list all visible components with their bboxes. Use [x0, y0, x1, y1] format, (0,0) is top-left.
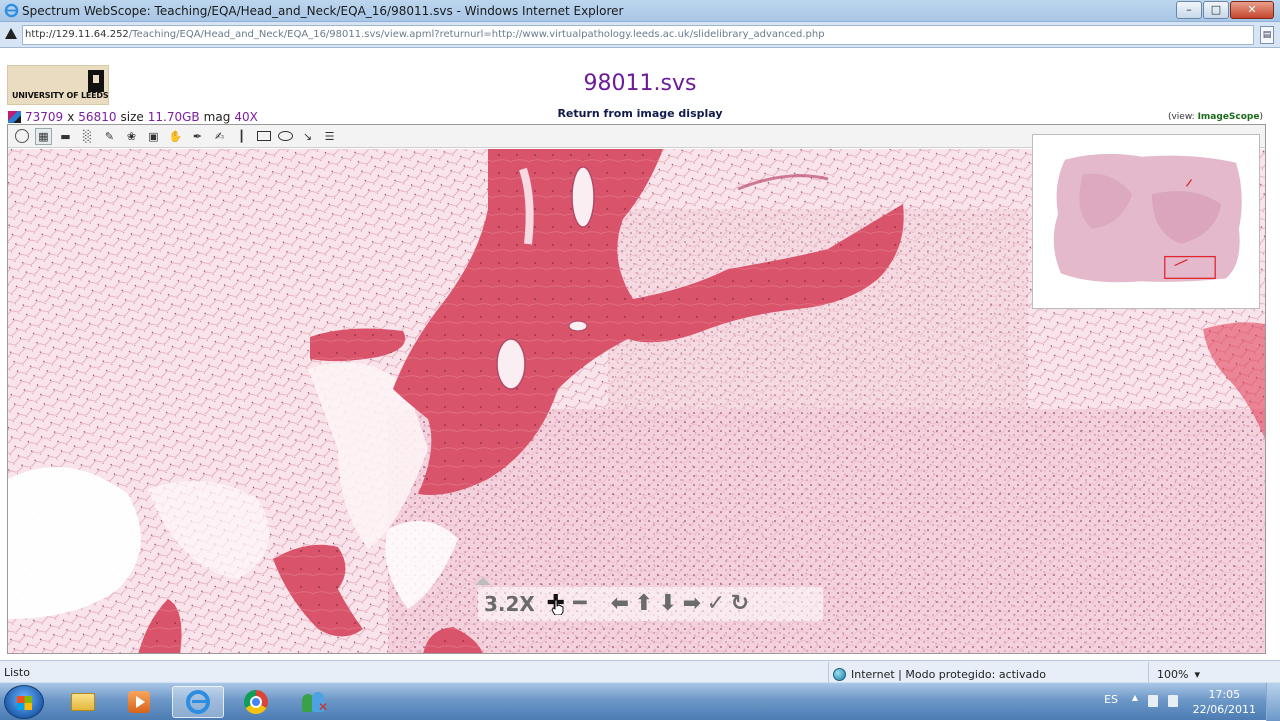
dimension-separator: x — [67, 110, 75, 124]
chrome-taskbar-button[interactable] — [230, 686, 282, 718]
view-link: (view: ImageScope) — [1168, 112, 1263, 122]
window-title: Spectrum WebScope: Teaching/EQA/Head_and… — [22, 4, 624, 18]
pan-down-button[interactable]: ⬇ — [657, 593, 679, 615]
show-hidden-icons-icon[interactable]: ▲ — [1132, 693, 1138, 702]
list-tool-icon[interactable]: ☰ — [321, 128, 338, 145]
messenger-icon: ✕ — [302, 690, 328, 714]
show-desktop-button[interactable] — [1266, 683, 1280, 721]
globe-icon — [833, 667, 846, 681]
collapse-arrow-icon[interactable] — [475, 577, 491, 585]
url-host: http://129.11.64.252 — [25, 29, 129, 40]
size-label: size — [120, 110, 144, 124]
start-button[interactable] — [4, 685, 44, 719]
taskbar: ✕ ES ▲ 17:05 22/06/2011 — [0, 682, 1280, 721]
zoom-control-bar: 3.2X ✚ ━ ⬅ ⬆ ⬇ ➡ ✓ ↻ — [478, 587, 823, 621]
clock[interactable]: 17:05 22/06/2011 — [1193, 687, 1256, 717]
ellipse-tool-icon[interactable] — [277, 128, 294, 145]
arrow-tool-icon[interactable]: ↘ — [299, 128, 316, 145]
imagescope-link[interactable]: ImageScope — [1198, 112, 1260, 122]
language-indicator[interactable]: ES — [1104, 693, 1118, 706]
url-path: /Teaching/EQA/Head_and_Neck/EQA_16/98011… — [128, 29, 825, 40]
edit-tool-icon[interactable]: ✎ — [101, 128, 118, 145]
pen-tool-icon[interactable]: ✒ — [189, 128, 206, 145]
chrome-icon — [244, 690, 268, 714]
thumbnail-navigator[interactable] — [1032, 134, 1260, 309]
slide-label-tool-icon[interactable]: ▬ — [57, 128, 74, 145]
navigate-tool-icon[interactable] — [13, 128, 30, 145]
security-zone[interactable]: Internet | Modo protegido: activado — [828, 662, 1046, 682]
pan-up-button[interactable]: ⬆ — [633, 593, 655, 615]
slide-mag: 40X — [234, 110, 258, 124]
return-link-label[interactable]: Return from image display — [557, 107, 722, 120]
status-text: Listo — [4, 666, 30, 679]
ie-taskbar-button[interactable] — [172, 686, 224, 718]
clock-date: 22/06/2011 — [1192, 703, 1256, 716]
messenger-taskbar-button[interactable]: ✕ — [289, 686, 341, 718]
zone-text: Internet | Modo protegido: activado — [851, 667, 1046, 681]
mag-label: mag — [203, 110, 231, 124]
minimize-button[interactable]: – — [1176, 1, 1202, 19]
window-title-bar: Spectrum WebScope: Teaching/EQA/Head_and… — [0, 0, 1280, 22]
clock-time: 17:05 — [1208, 688, 1241, 701]
warning-icon — [5, 28, 17, 39]
pan-left-button[interactable]: ⬅ — [609, 593, 631, 615]
thumbnail-tool-icon[interactable]: ▦ — [35, 127, 52, 145]
view-prefix: (view: — [1167, 112, 1198, 122]
url-field[interactable]: http://129.11.64.252/Teaching/EQA/Head_a… — [22, 25, 1254, 45]
reset-button[interactable]: ↻ — [729, 593, 751, 615]
pan-right-button[interactable]: ➡ — [681, 593, 703, 615]
explorer-taskbar-button[interactable] — [57, 686, 109, 718]
ruler-tool-icon[interactable]: ┃ — [233, 128, 250, 145]
apply-button[interactable]: ✓ — [705, 593, 727, 615]
zoom-percent: 100% — [1157, 667, 1189, 681]
signal-icon[interactable] — [1168, 695, 1178, 707]
slide-viewer: ▦ ▬ ░ ✎ ❀ ▣ ✋ ✒ ✍ ┃ ↘ ☰ 3.2X ━ ⬅ ⬆ ⬇ ➡ ✓… — [7, 124, 1266, 654]
slide-size: 11.70GB — [147, 110, 200, 124]
page-icon[interactable]: ▤ — [1260, 26, 1274, 44]
zoom-caret-icon: ▾ — [1194, 667, 1200, 681]
page-content: UNIVERSITY OF LEEDS 98011.svs Return fro… — [0, 49, 1280, 660]
ie-icon — [4, 3, 19, 18]
color-swatch-icon — [8, 111, 21, 123]
color-tool-icon[interactable]: ❀ — [123, 128, 140, 145]
media-player-taskbar-button[interactable] — [113, 686, 165, 718]
freehand-tool-icon[interactable]: ✍ — [211, 128, 228, 145]
network-icon[interactable] — [1148, 695, 1158, 707]
maximize-button[interactable]: □ — [1203, 1, 1229, 19]
page-title: 98011.svs — [583, 71, 697, 96]
folder-icon — [71, 693, 95, 711]
hand-tool-icon[interactable]: ✋ — [167, 128, 184, 145]
annotation-tool-icon[interactable]: ░ — [79, 128, 96, 145]
slide-width: 73709 — [25, 110, 64, 124]
slide-info: 73709 x 56810 size 11.70GB mag 40X — [8, 110, 258, 124]
zoom-menu[interactable]: 100% ▾ — [1148, 662, 1200, 682]
media-player-icon — [128, 691, 150, 713]
save-tool-icon[interactable]: ▣ — [145, 128, 162, 145]
close-button[interactable]: ✕ — [1230, 1, 1274, 19]
view-suffix: ) — [1259, 112, 1263, 122]
hand-cursor-icon — [551, 599, 564, 615]
rectangle-tool-icon[interactable] — [255, 128, 272, 145]
ie-icon — [186, 690, 210, 714]
zoom-level: 3.2X — [484, 592, 535, 616]
windows-logo-icon — [17, 696, 32, 710]
status-bar: Listo Internet | Modo protegido: activad… — [0, 660, 1280, 682]
address-bar: http://129.11.64.252/Teaching/EQA/Head_a… — [0, 22, 1280, 48]
zoom-out-button[interactable]: ━ — [569, 593, 591, 615]
slide-height: 56810 — [78, 110, 117, 124]
